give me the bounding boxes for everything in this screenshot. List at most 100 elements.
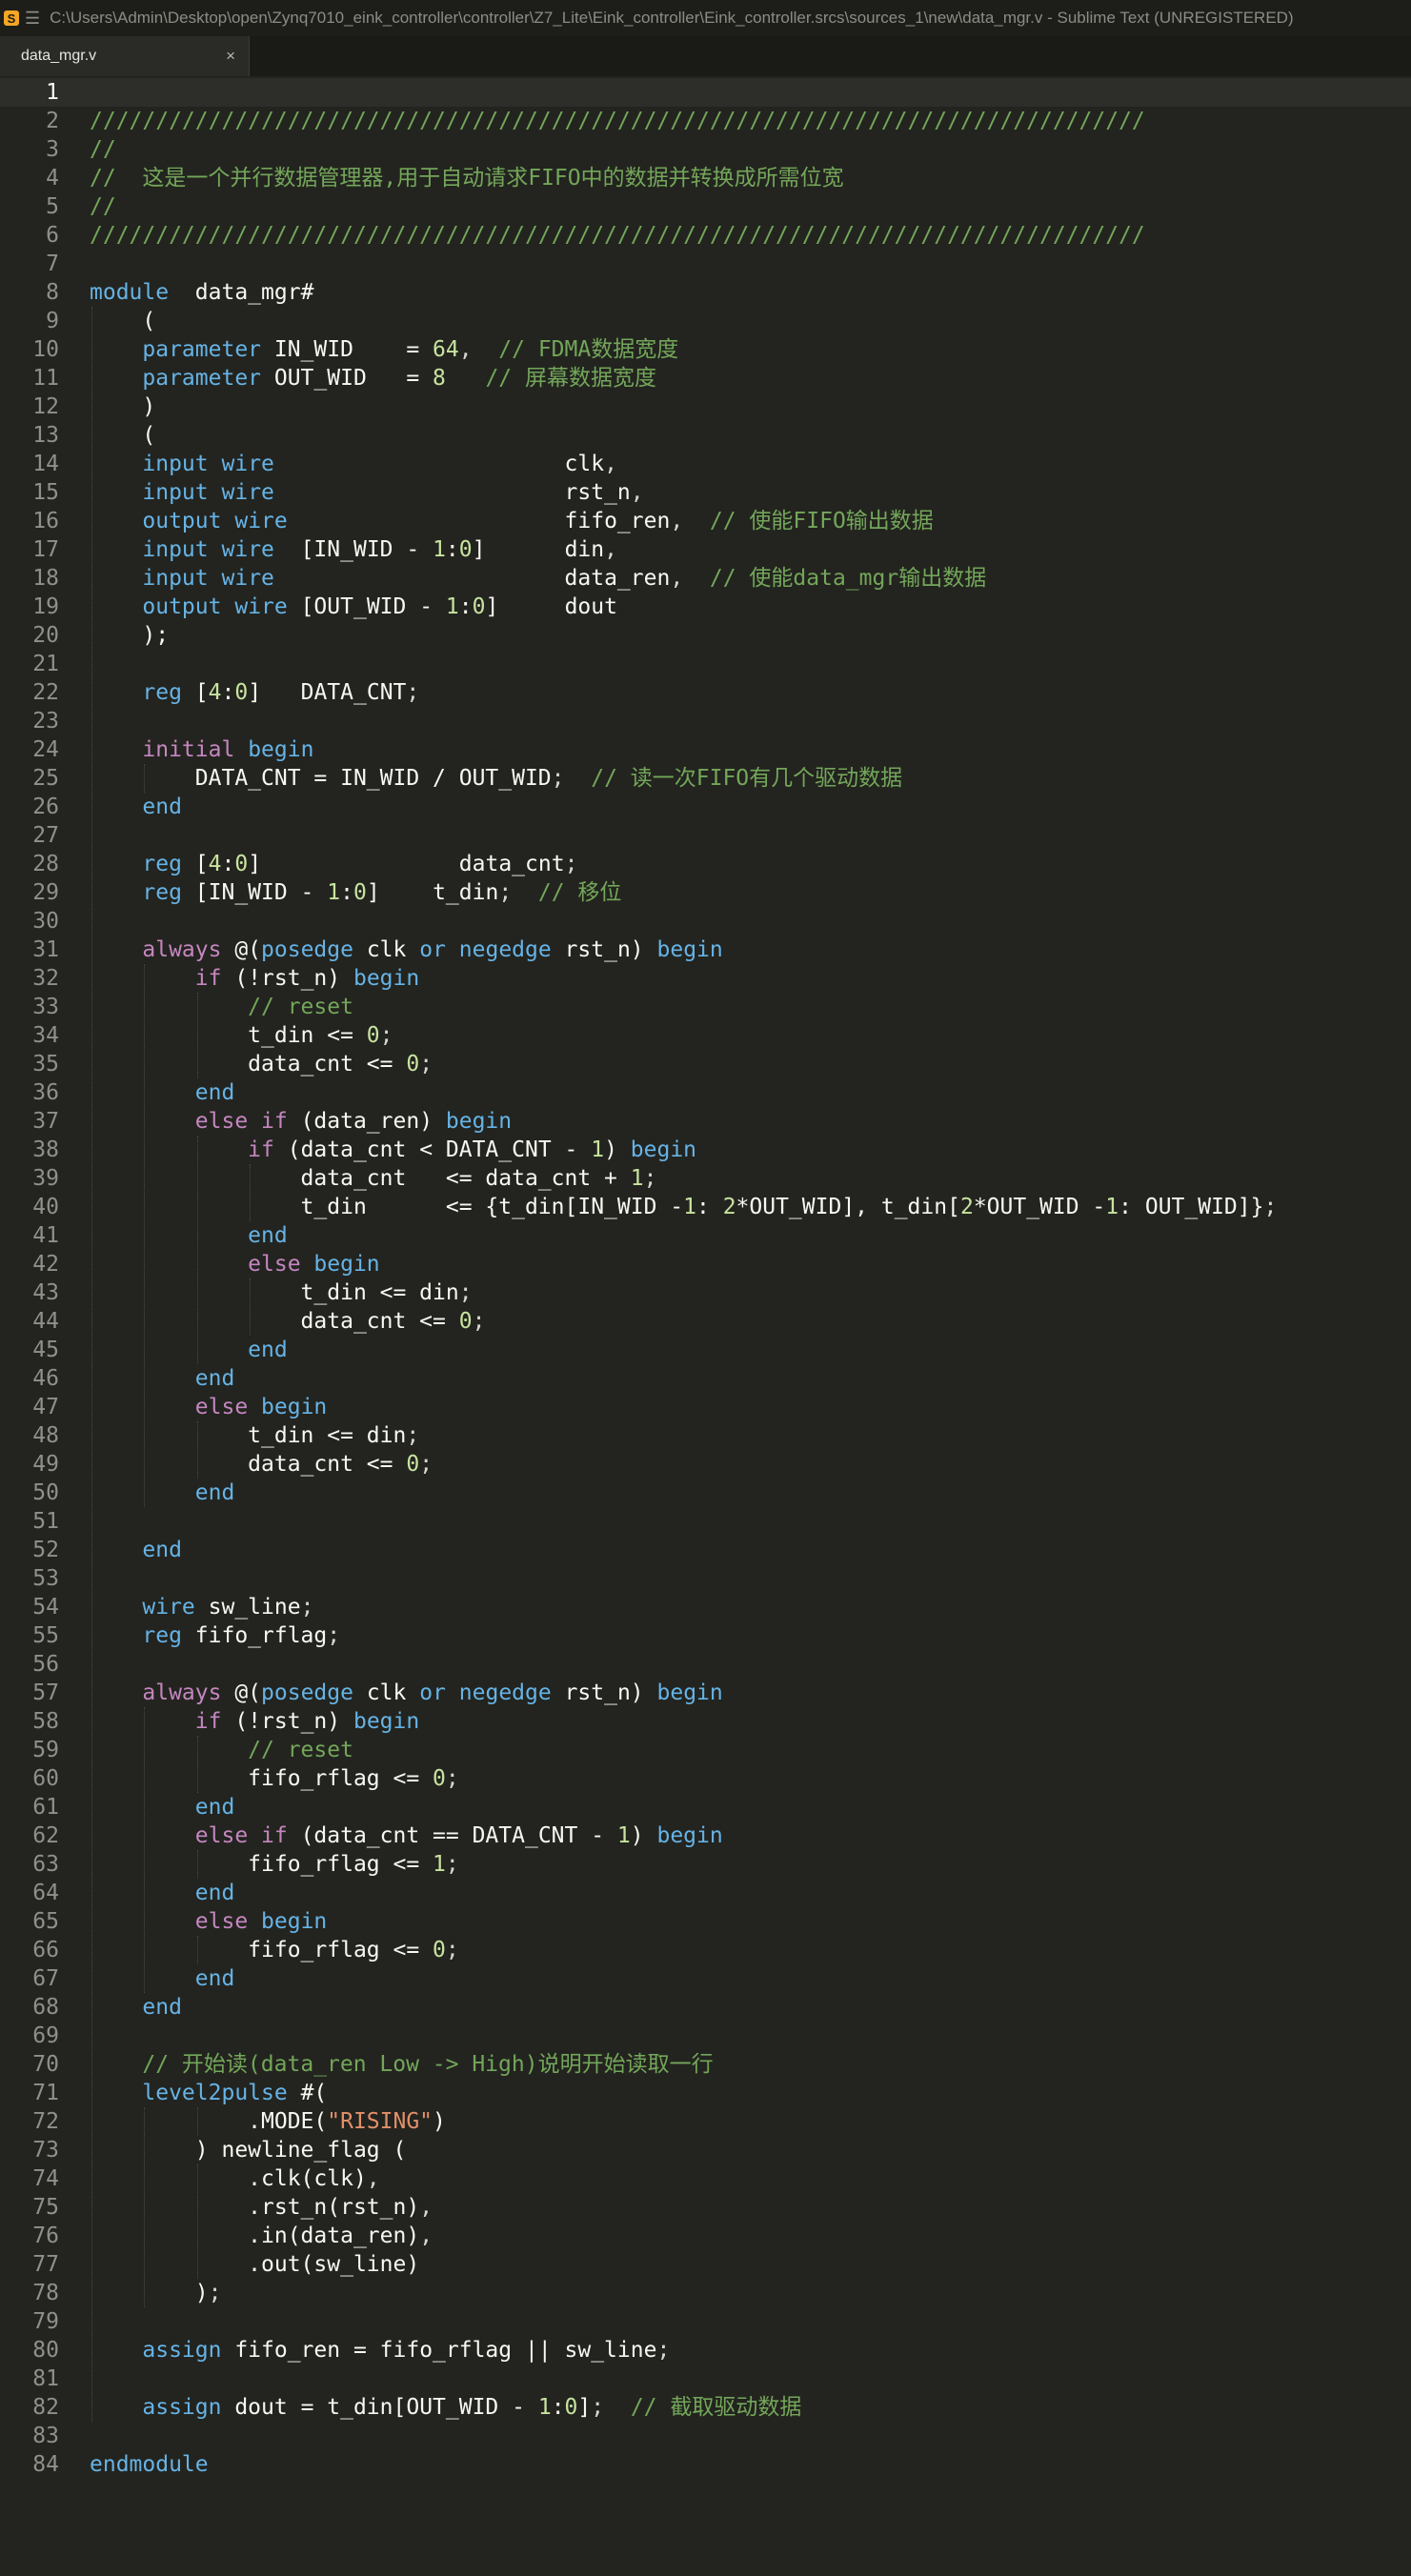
code-token: // (90, 194, 116, 219)
sublime-text-logo-icon: S (4, 10, 19, 26)
line-number: 53 (32, 1566, 59, 1591)
line-number: 37 (32, 1109, 59, 1134)
code-token: end (142, 795, 182, 819)
code-token: end (194, 1080, 235, 1105)
code-token: , (604, 452, 617, 476)
line-number: 64 (32, 1881, 59, 1905)
code-line: t_din <= {t_din[IN_WID -1: 2*OUT_WID], t… (90, 1193, 1411, 1221)
line-number: 34 (32, 1023, 59, 1048)
code-token: [ (181, 852, 209, 876)
code-line: data_cnt <= 0; (90, 1450, 1411, 1479)
line-number: 67 (32, 1966, 59, 1991)
code-token: ; (551, 766, 565, 791)
code-line: input wire rst_n, (90, 478, 1411, 507)
code-token: @( (221, 937, 262, 962)
code-token: wire (221, 537, 274, 562)
close-icon[interactable]: × (226, 47, 235, 66)
code-token: ; (327, 1623, 341, 1648)
line-number: 38 (32, 1137, 59, 1162)
line-number: 69 (32, 2023, 59, 2048)
code-token: 0 (472, 594, 486, 619)
code-token: ; (445, 1852, 459, 1877)
code-token: always (142, 1680, 222, 1705)
code-token: input (142, 537, 209, 562)
hamburger-menu-icon[interactable]: ☰ (25, 9, 40, 29)
code-line: data_cnt <= 0; (90, 1050, 1411, 1078)
code-token: or (419, 937, 446, 962)
code-line: reg fifo_rflag; (90, 1621, 1411, 1650)
code-token: : (695, 1195, 723, 1219)
code-token: .MODE( (90, 2109, 328, 2134)
code-token: wire (221, 452, 274, 476)
line-number: 26 (32, 795, 59, 819)
code-line: else begin (90, 1393, 1411, 1421)
indent-guide (144, 764, 146, 793)
code-line: input wire [IN_WID - 1:0] din, (90, 535, 1411, 564)
code-line: t_din <= din; (90, 1278, 1411, 1307)
code-token: data_cnt <= data_cnt + (90, 1166, 631, 1191)
line-number: 43 (32, 1280, 59, 1305)
code-line: if (data_cnt < DATA_CNT - 1) begin (90, 1136, 1411, 1164)
line-number: 6 (46, 223, 59, 248)
indent-guide (196, 1736, 198, 1793)
code-token: end (194, 1480, 235, 1505)
line-number: 22 (32, 680, 59, 705)
code-line: else if (data_cnt == DATA_CNT - 1) begin (90, 1821, 1411, 1850)
code-line: end (90, 1364, 1411, 1393)
code-token: : OUT_WID]} (1119, 1195, 1264, 1219)
line-number: 15 (32, 480, 59, 505)
code-token: wire (221, 480, 274, 505)
code-token: 2 (722, 1195, 736, 1219)
code-editor[interactable]: 1 2 3 4 5 6 7 8 9 10 11 12 13 14 15 16 17 18 19 20 21 22 23 24 2… (0, 78, 1411, 2576)
line-number: 52 (32, 1538, 59, 1562)
code-token: if (194, 1709, 222, 1734)
line-number: 77 (32, 2252, 59, 2277)
code-token: : (221, 680, 235, 705)
code-token: ; (419, 1452, 433, 1477)
code-token: (data_ren) (287, 1109, 446, 1134)
code-token: begin (313, 1252, 380, 1277)
code-token: : (445, 537, 459, 562)
code-token: 1 (445, 594, 459, 619)
code-token: OUT_WID = (261, 366, 433, 391)
code-token: posedge (261, 1680, 353, 1705)
code-line: if (!rst_n) begin (90, 964, 1411, 993)
tab-data-mgr[interactable]: data_mgr.v × (0, 36, 250, 76)
code-token: clk (353, 1680, 420, 1705)
code-line: .MODE("RISING") (90, 2107, 1411, 2136)
line-number: 60 (32, 1766, 59, 1791)
code-token: 1 (616, 1823, 631, 1848)
code-token: .clk(clk) (90, 2166, 367, 2191)
code-token: end (142, 1995, 182, 2020)
code-token: ] t_din (366, 880, 499, 905)
code-token: fifo_rflag (181, 1623, 328, 1648)
code-token: 0 (366, 1023, 380, 1048)
code-token: ; (419, 1052, 433, 1077)
code-token: .in(data_ren) (90, 2224, 420, 2248)
line-number: 31 (32, 937, 59, 962)
code-token: negedge (458, 1680, 552, 1705)
code-token: if (248, 1137, 274, 1162)
code-area[interactable]: ////////////////////////////////////////… (90, 78, 1411, 2479)
line-number: 39 (32, 1166, 59, 1191)
code-token: input (142, 480, 209, 505)
line-number: 36 (32, 1080, 59, 1105)
code-token: : (340, 880, 353, 905)
